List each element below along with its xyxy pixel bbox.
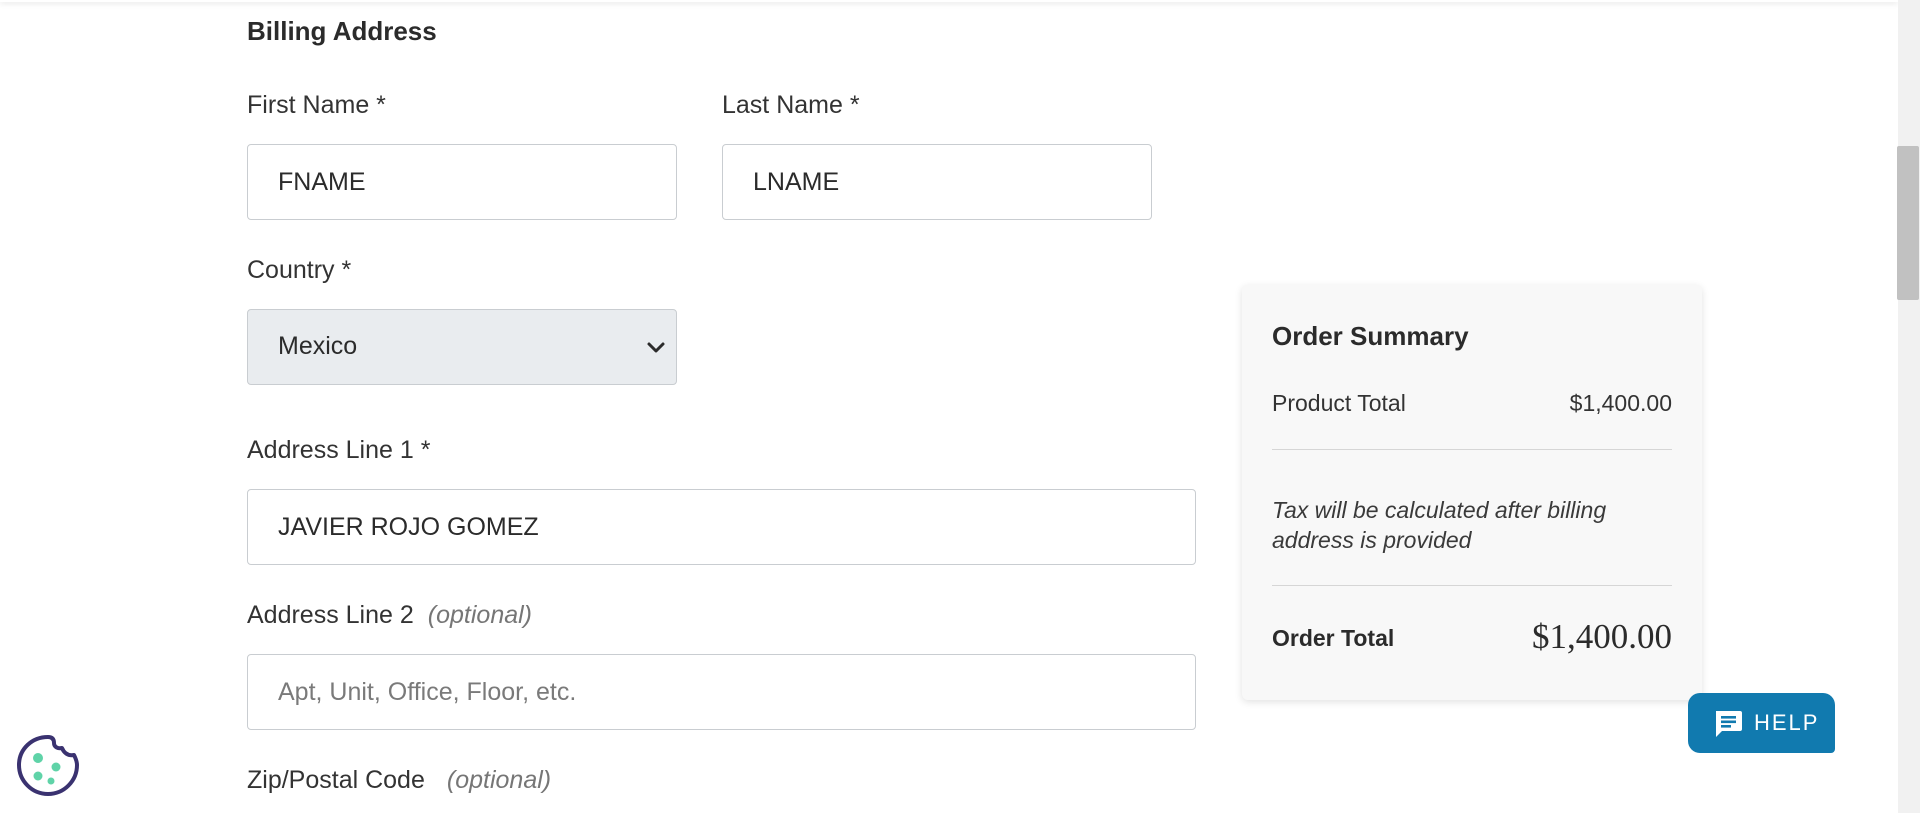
product-total-value: $1,400.00 bbox=[1569, 390, 1672, 416]
address-line-2-input[interactable] bbox=[247, 654, 1196, 730]
billing-address-heading: Billing Address bbox=[247, 16, 437, 46]
summary-divider bbox=[1272, 585, 1672, 586]
last-name-label: Last Name * bbox=[722, 91, 860, 119]
address-line-2-label: Address Line 2 (optional) bbox=[247, 601, 532, 630]
zip-code-label-text: Zip/Postal Code bbox=[247, 766, 425, 794]
tax-note: Tax will be calculated after billing add… bbox=[1272, 497, 1607, 553]
optional-hint: (optional) bbox=[427, 601, 533, 629]
order-total-label: Order Total bbox=[1272, 625, 1395, 651]
order-summary-title: Order Summary bbox=[1272, 321, 1469, 351]
country-select[interactable]: Mexico bbox=[247, 309, 677, 385]
order-summary-card: Order Summary Product Total $1,400.00 Ta… bbox=[1242, 285, 1702, 700]
zip-code-label: Zip/Postal Code (optional) bbox=[247, 766, 551, 795]
address-line-1-label: Address Line 1 * bbox=[247, 436, 431, 464]
checkout-page: Billing Address First Name * Last Name *… bbox=[0, 0, 1920, 813]
chevron-down-icon bbox=[647, 342, 665, 353]
optional-hint: (optional) bbox=[446, 766, 552, 794]
last-name-input[interactable] bbox=[722, 144, 1152, 220]
address-line-1-input[interactable] bbox=[247, 489, 1196, 565]
first-name-label: First Name * bbox=[247, 91, 386, 119]
order-total-value: $1,400.00 bbox=[1532, 617, 1672, 656]
scrollbar-thumb[interactable] bbox=[1897, 146, 1919, 300]
cookie-icon bbox=[17, 735, 79, 796]
address-line-2-label-text: Address Line 2 bbox=[247, 601, 414, 629]
header-shadow bbox=[0, 0, 1898, 2]
country-label: Country * bbox=[247, 256, 352, 284]
cookie-settings-button[interactable] bbox=[16, 733, 80, 797]
product-total-label: Product Total bbox=[1272, 390, 1406, 416]
summary-divider bbox=[1272, 449, 1672, 450]
help-button[interactable]: HELP bbox=[1688, 693, 1835, 753]
help-label: HELP bbox=[1754, 710, 1820, 735]
first-name-input[interactable] bbox=[247, 144, 677, 220]
chat-bubble-icon bbox=[1716, 711, 1742, 737]
country-selected-value: Mexico bbox=[278, 332, 358, 360]
scrollbar-track[interactable] bbox=[1898, 0, 1920, 813]
